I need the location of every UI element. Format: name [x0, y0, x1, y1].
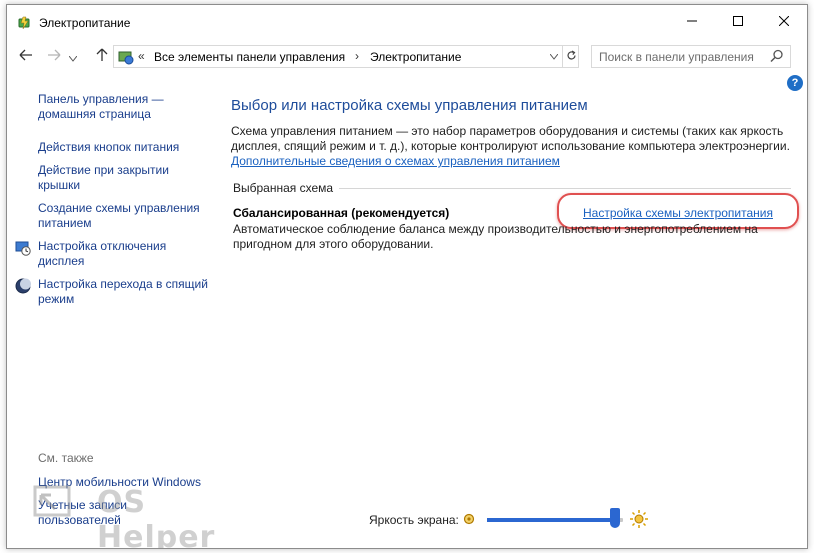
watermark-text: OS Helper — [97, 485, 216, 549]
maximize-button[interactable] — [715, 5, 761, 39]
address-bar[interactable]: « Все элементы панели управления › Элект… — [113, 45, 579, 68]
brightness-slider-thumb[interactable] — [609, 508, 620, 528]
plan-description: Автоматическое соблюдение баланса между … — [233, 222, 758, 251]
sidebar-item-power-buttons[interactable]: Действия кнопок питания — [38, 140, 213, 155]
breadcrumb-power-options[interactable]: Электропитание — [370, 50, 461, 64]
up-button[interactable] — [91, 45, 113, 67]
display-clock-icon — [15, 240, 31, 256]
address-chevron-down-icon[interactable] — [546, 46, 562, 67]
maximize-icon — [733, 15, 743, 29]
breadcrumb-overflow[interactable]: « — [138, 49, 145, 63]
forward-button[interactable] — [43, 45, 65, 67]
page-title: Выбор или настройка схемы управления пит… — [231, 97, 588, 114]
more-info-link[interactable]: Дополнительные сведения о схемах управле… — [231, 154, 560, 168]
close-button[interactable] — [761, 5, 807, 39]
control-panel-window: Электропитание « Все элементы панели упр… — [6, 4, 808, 549]
breadcrumb-all-items[interactable]: Все элементы панели управления — [154, 50, 345, 64]
navigation-bar: « Все элементы панели управления › Элект… — [7, 41, 807, 71]
sidebar-item-display-off[interactable]: Настройка отключения дисплея — [15, 239, 213, 269]
brightness-low-icon — [463, 513, 475, 528]
plan-name: Сбалансированная (рекомендуется) — [233, 206, 450, 220]
arrow-up-icon — [96, 48, 108, 65]
description-text: Схема управления питанием — это набор па… — [231, 124, 790, 153]
search-icon[interactable] — [770, 49, 784, 66]
see-also-header: См. также — [38, 451, 94, 465]
help-button[interactable]: ? — [787, 75, 803, 91]
sidebar-item-lid-close[interactable]: Действие при закрытии крышки — [38, 163, 213, 193]
power-options-icon — [17, 15, 33, 31]
brightness-label: Яркость экрана: — [369, 513, 459, 527]
title-bar: Электропитание — [7, 5, 807, 39]
sidebar-item-label: Настройка перехода в спящий режим — [38, 277, 208, 306]
sidebar-item-sleep[interactable]: Настройка перехода в спящий режим — [15, 277, 213, 307]
brightness-slider[interactable] — [487, 508, 623, 528]
refresh-button[interactable] — [562, 46, 579, 67]
sidebar-item-label: Настройка отключения дисплея — [38, 239, 167, 268]
search-input[interactable] — [592, 46, 768, 67]
selected-plan-header: Выбранная схема — [233, 181, 334, 195]
sidebar-item-create-plan[interactable]: Создание схемы управления питанием — [38, 201, 213, 231]
sidebar: Панель управления — домашняя страница Де… — [7, 85, 219, 545]
brightness-high-icon — [629, 509, 649, 532]
brightness-slider-fill — [487, 518, 615, 522]
back-button[interactable] — [15, 45, 37, 67]
breadcrumb-separator[interactable]: › — [355, 49, 359, 63]
close-icon — [778, 15, 790, 29]
minimize-button[interactable] — [669, 5, 715, 39]
arrow-left-icon — [19, 49, 33, 64]
page-description: Схема управления питанием — это набор па… — [231, 124, 791, 169]
question-icon: ? — [791, 77, 799, 89]
recent-locations-chevron-down-icon[interactable] — [68, 51, 78, 65]
divider — [339, 188, 791, 189]
watermark-logo: OS Helper — [27, 481, 267, 548]
search-box[interactable] — [591, 45, 791, 68]
control-panel-icon — [118, 49, 134, 65]
minimize-icon — [687, 15, 697, 29]
sidebar-item-home[interactable]: Панель управления — домашняя страница — [38, 92, 213, 122]
moon-sleep-icon — [15, 278, 31, 294]
arrow-right-icon — [47, 49, 61, 64]
refresh-icon — [566, 49, 577, 64]
window-title: Электропитание — [39, 16, 131, 30]
